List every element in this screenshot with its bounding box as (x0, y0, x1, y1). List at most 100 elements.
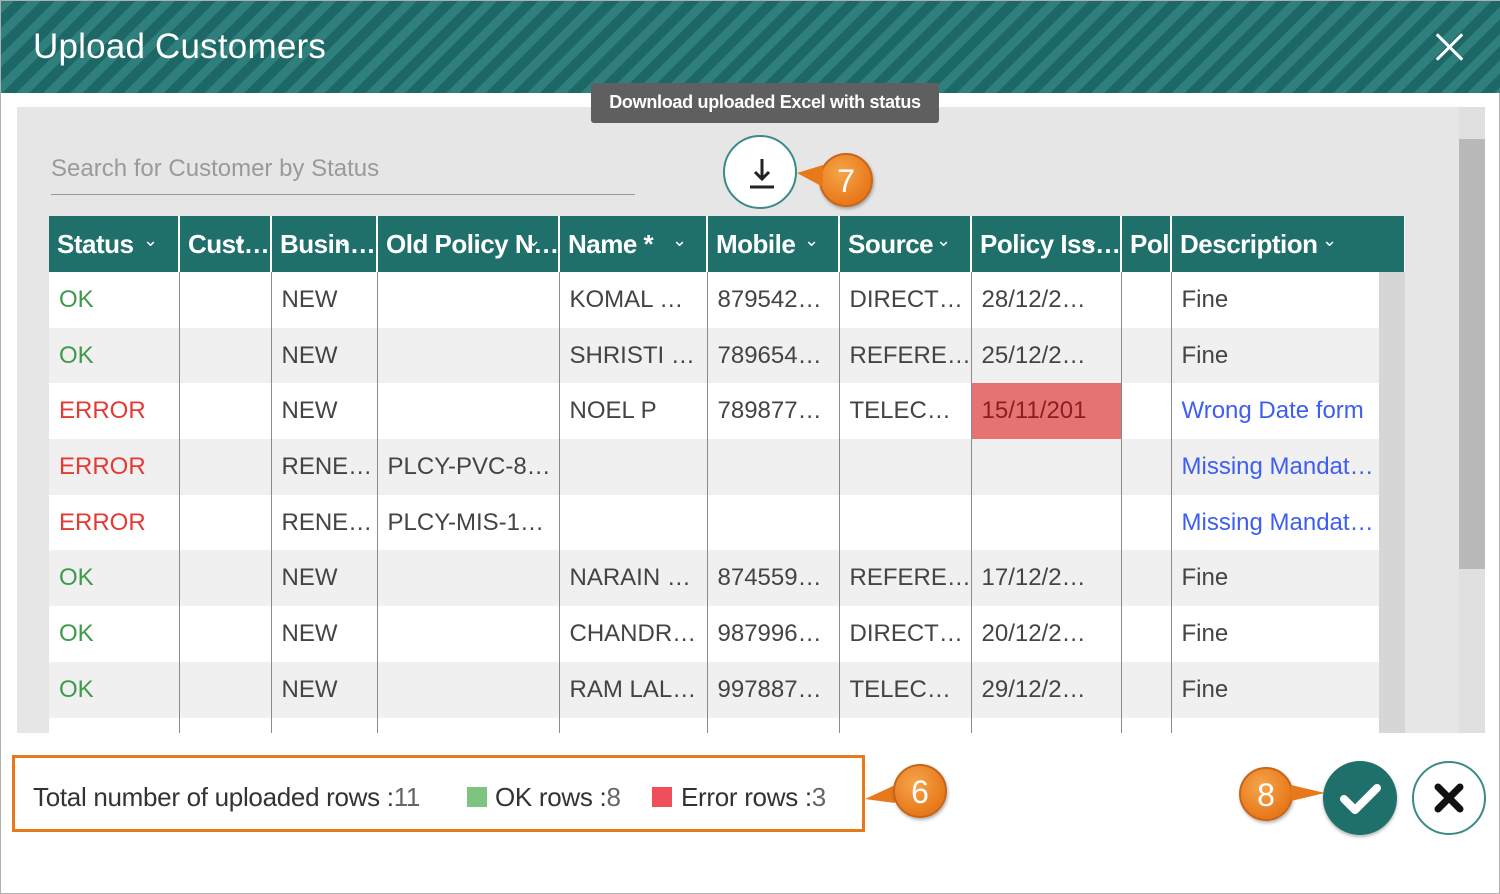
upload-summary: Total number of uploaded rows :11 OK row… (12, 755, 865, 832)
close-icon[interactable] (1429, 27, 1469, 67)
policy-cell (1121, 383, 1172, 440)
chevron-down-icon[interactable]: ⌄ (936, 230, 951, 251)
chevron-down-icon[interactable]: ⌄ (336, 230, 351, 251)
description-cell: Fine (1171, 327, 1405, 384)
table-row[interactable]: ERROR RENE… PLCY-MIS-1… Missing Mandat… (49, 494, 1405, 551)
chevron-down-icon[interactable]: ⌄ (672, 230, 687, 251)
total-rows-label: Total number of uploaded rows :11 (33, 782, 420, 813)
confirm-upload-button[interactable] (1323, 761, 1397, 835)
table-row[interactable]: OK NEW SHRISTI … 789654… REFERE… 25/12/2… (49, 327, 1405, 384)
download-excel-button[interactable] (723, 135, 797, 209)
description-cell: Fine (1171, 272, 1405, 328)
source-cell: TELEC… (839, 661, 972, 718)
callout-pointer (865, 785, 895, 803)
old-policy-cell: PLCY-MIS-1… (377, 494, 560, 551)
column-header-business[interactable]: Busin… ⌄ (271, 216, 378, 272)
policy-cell (1121, 606, 1172, 662)
business-cell: RENE… (271, 494, 378, 551)
chevron-down-icon[interactable]: ⌄ (526, 230, 541, 251)
error-rows-label: Error rows :3 (681, 782, 826, 813)
status-cell: OK (49, 606, 180, 662)
customer-cell (179, 606, 272, 662)
upload-customers-dialog: Upload Customers Download uploaded Excel… (0, 0, 1500, 894)
ok-rows-value: 8 (606, 782, 621, 812)
panel-scrollbar-thumb[interactable] (1459, 139, 1485, 569)
name-cell: CHANDR… (559, 606, 708, 662)
column-header-name[interactable]: Name * ⌄ (559, 216, 708, 272)
column-header-policy-issue[interactable]: Policy Iss… ⌄ (971, 216, 1122, 272)
business-cell: NEW (271, 661, 378, 718)
policy-cell (1121, 439, 1172, 495)
business-cell: NEW (271, 383, 378, 440)
customer-cell (179, 550, 272, 607)
policy-issue-cell: 20/12/2… (971, 606, 1122, 662)
total-rows-value: 11 (393, 782, 421, 812)
mobile-cell (707, 494, 840, 551)
table-scrollbar[interactable] (1379, 272, 1405, 733)
mobile-cell (707, 439, 840, 495)
old-policy-cell: PLCY-PVC-8… (377, 439, 560, 495)
source-cell: REFERE… (839, 550, 972, 607)
source-cell: DIRECT… (839, 606, 972, 662)
customer-cell (179, 661, 272, 718)
error-legend-swatch (652, 787, 672, 807)
table-row[interactable]: OK NEW CHANDR… 987996… DIRECT… 20/12/2… … (49, 606, 1405, 662)
table-row[interactable]: OK NEW RAM LAL… 997887… TELEC… 29/12/2… … (49, 661, 1405, 718)
business-cell: NEW (271, 327, 378, 384)
source-cell (839, 439, 972, 495)
table-row[interactable]: OK NEW NARAIN … 874559… REFERE… 17/12/2…… (49, 550, 1405, 607)
old-policy-cell (377, 327, 560, 384)
column-header-policy[interactable]: Pol (1121, 216, 1172, 272)
dialog-title: Upload Customers (33, 27, 327, 66)
customer-cell (179, 439, 272, 495)
description-cell: Missing Mandat… (1171, 439, 1405, 495)
column-header-mobile[interactable]: Mobile ⌄ (707, 216, 840, 272)
customers-table: Status ⌄ Cust… ⌄ Busin… ⌄ Old Policy N… ⌄ Na… (49, 216, 1405, 733)
name-cell (559, 439, 708, 495)
policy-cell (1121, 494, 1172, 551)
status-cell: ERROR (49, 494, 180, 551)
chevron-down-icon[interactable]: ⌄ (143, 230, 158, 251)
column-label: Status (57, 228, 134, 259)
source-cell: DIRECT… (839, 272, 972, 328)
table-row[interactable]: ERROR RENE… PLCY-PVC-8… Missing Mandat… (49, 439, 1405, 495)
callout-pointer (797, 165, 823, 187)
column-header-status[interactable]: Status ⌄ (49, 216, 180, 272)
old-policy-cell (377, 272, 560, 328)
policy-cell (1121, 550, 1172, 607)
cancel-upload-button[interactable] (1412, 761, 1486, 835)
chevron-down-icon[interactable]: ⌄ (804, 230, 819, 251)
column-header-old-policy[interactable]: Old Policy N… ⌄ (377, 216, 560, 272)
column-label: Cust… (188, 228, 270, 259)
customer-cell (179, 327, 272, 384)
policy-issue-cell-error: 15/11/201 (971, 383, 1122, 440)
policy-cell (1121, 327, 1172, 384)
old-policy-cell (377, 661, 560, 718)
description-cell: Missing Mandat… (1171, 494, 1405, 551)
chevron-down-icon[interactable]: ⌄ (1322, 230, 1337, 251)
status-cell (49, 717, 180, 733)
chevron-down-icon[interactable]: ⌄ (232, 230, 247, 251)
column-header-customer[interactable]: Cust… ⌄ (179, 216, 272, 272)
business-cell: RENE… (271, 439, 378, 495)
table-row[interactable]: ERROR NEW NOEL P 789877… TELEC… 15/11/20… (49, 383, 1405, 440)
old-policy-cell (377, 606, 560, 662)
callout-badge-7: 7 (819, 153, 873, 207)
name-cell: SHRISTI … (559, 327, 708, 384)
status-cell: OK (49, 272, 180, 328)
ok-rows-text: OK rows : (495, 782, 607, 812)
column-header-source[interactable]: Source ⌄ (839, 216, 972, 272)
policy-cell (1121, 272, 1172, 328)
old-policy-cell (377, 383, 560, 440)
column-header-description[interactable]: Description ⌄ (1171, 216, 1405, 272)
business-cell: NEW (271, 550, 378, 607)
status-search-input[interactable] (51, 143, 635, 195)
policy-cell (1121, 661, 1172, 718)
source-cell: TELEC… (839, 383, 972, 440)
policy-issue-cell: 25/12/2… (971, 327, 1122, 384)
chevron-down-icon[interactable]: ⌄ (1084, 230, 1099, 251)
download-icon (750, 159, 774, 189)
description-cell: Fine (1171, 550, 1405, 607)
table-row[interactable]: OK NEW KOMAL … 879542… DIRECT… 28/12/2… … (49, 272, 1405, 328)
table-row[interactable] (49, 717, 1405, 733)
